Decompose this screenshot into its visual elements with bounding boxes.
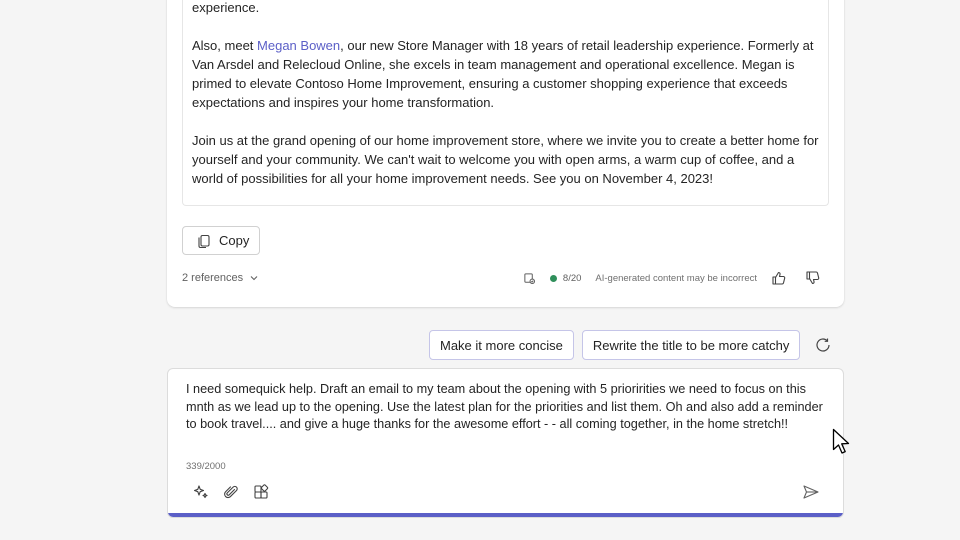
sensitivity-icon[interactable] [523, 272, 536, 285]
response-counter: 8/20 [562, 272, 582, 284]
sparkle-icon[interactable] [192, 483, 210, 501]
composer-focus-bar [168, 513, 843, 517]
apps-icon[interactable] [252, 483, 270, 501]
copilot-response-card: journey. Relax in our welcoming coffee s… [167, 0, 844, 307]
response-paragraph-3: Join us at the grand opening of our home… [192, 133, 819, 186]
response-body: journey. Relax in our welcoming coffee s… [182, 0, 829, 206]
copy-icon [196, 233, 212, 249]
suggestion-chip-concise[interactable]: Make it more concise [429, 330, 574, 360]
mouse-cursor-icon [832, 428, 850, 456]
person-mention-link[interactable]: Megan Bowen [257, 38, 340, 53]
ai-disclaimer: AI-generated content may be incorrect [595, 272, 757, 284]
chevron-down-icon [249, 273, 259, 283]
references-toggle[interactable]: 2 references [182, 272, 259, 284]
references-label: 2 references [182, 272, 244, 284]
suggestion-chip-catchy-title[interactable]: Rewrite the title to be more catchy [581, 330, 801, 360]
copy-label: Copy [219, 233, 250, 248]
response-meta: 8/20 AI-generated content may be incorre… [523, 270, 829, 286]
thumbs-down-icon[interactable] [805, 270, 821, 286]
message-composer[interactable]: I need somequick help. Draft an email to… [167, 368, 844, 518]
response-paragraph-1: journey. Relax in our welcoming coffee s… [192, 0, 260, 15]
composer-toolbar [192, 483, 270, 501]
send-icon[interactable] [801, 483, 821, 501]
thumbs-up-icon[interactable] [771, 270, 787, 286]
response-footer: 2 references 8/20 AI-generated content m… [182, 270, 829, 286]
prompt-input[interactable]: I need somequick help. Draft an email to… [186, 381, 826, 434]
paragraph-2-start: Also, meet [192, 38, 258, 53]
response-paragraph-2: Also, meet Megan Bowen, our new Store Ma… [192, 36, 819, 112]
suggested-prompts: Make it more concise Rewrite the title t… [429, 330, 834, 360]
copy-button[interactable]: Copy [182, 226, 260, 255]
refresh-icon[interactable] [812, 334, 834, 356]
status-dot [549, 274, 557, 282]
attach-icon[interactable] [222, 483, 240, 501]
character-count: 339/2000 [186, 461, 226, 472]
